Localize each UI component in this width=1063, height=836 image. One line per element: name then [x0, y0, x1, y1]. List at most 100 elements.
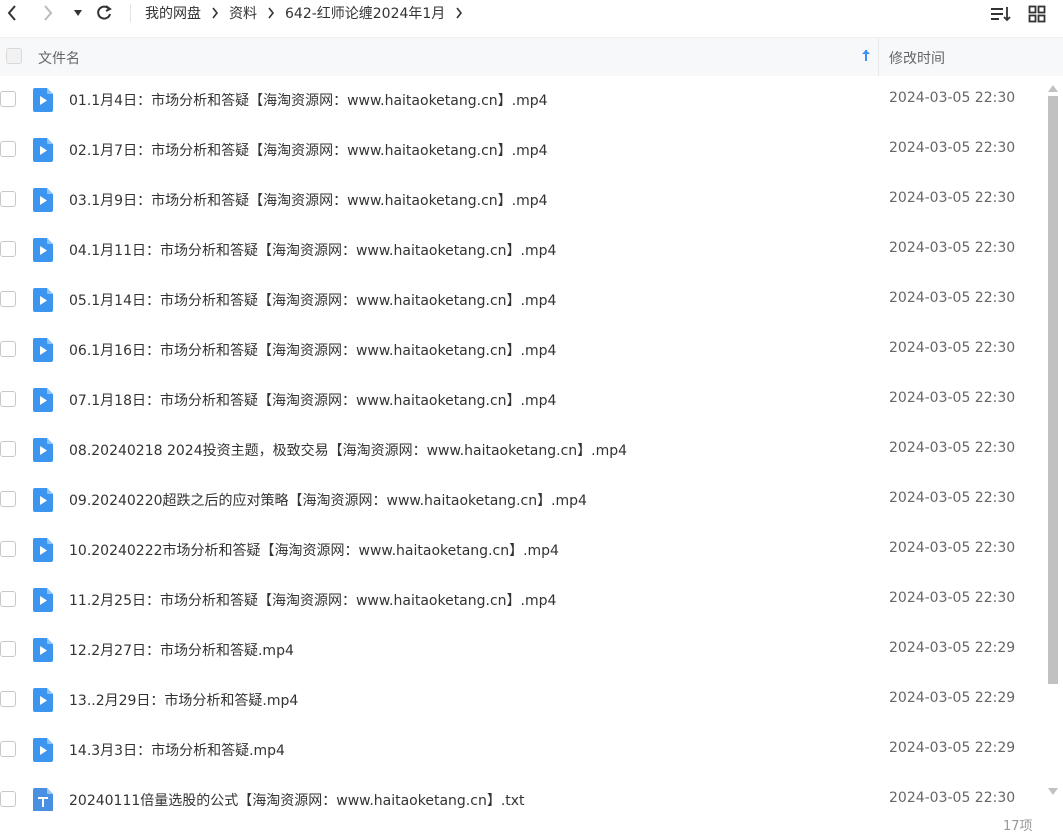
sort-button[interactable] — [990, 4, 1012, 24]
breadcrumb: 我的网盘 资料 642-红师论缠2024年1月 — [145, 2, 473, 24]
scrollbar-thumb[interactable] — [1048, 96, 1058, 684]
forward-button[interactable] — [38, 0, 58, 26]
video-file-icon — [33, 238, 53, 262]
chevron-right-icon[interactable] — [455, 7, 463, 19]
file-row[interactable]: 10.20240222市场分析和答疑【海淘资源网：www.haitaoketan… — [0, 525, 1045, 575]
row-checkbox[interactable] — [0, 541, 16, 557]
row-checkbox[interactable] — [0, 291, 16, 307]
row-checkbox[interactable] — [0, 141, 16, 157]
file-modified-time: 2024-03-05 22:30 — [889, 390, 1016, 406]
file-modified-time: 2024-03-05 22:30 — [889, 140, 1016, 156]
video-file-icon — [33, 738, 53, 762]
sort-list-icon — [991, 7, 1011, 22]
file-name[interactable]: 06.1月16日：市场分析和答疑【海淘资源网：www.haitaoketang.… — [69, 340, 556, 360]
file-row[interactable]: 13..2月29日：市场分析和答疑.mp4 2024-03-05 22:29 — [0, 675, 1045, 725]
row-checkbox[interactable] — [0, 241, 16, 257]
row-checkbox[interactable] — [0, 341, 16, 357]
file-row[interactable]: 06.1月16日：市场分析和答疑【海淘资源网：www.haitaoketang.… — [0, 325, 1045, 375]
back-button[interactable] — [2, 0, 22, 26]
chevron-right-icon — [44, 5, 53, 21]
row-checkbox[interactable] — [0, 91, 16, 107]
file-row[interactable]: 20240111倍量选股的公式【海淘资源网：www.haitaoketang.c… — [0, 775, 1045, 811]
file-modified-time: 2024-03-05 22:29 — [889, 740, 1016, 756]
toolbar: 我的网盘 资料 642-红师论缠2024年1月 — [0, 0, 1063, 28]
file-name[interactable]: 08.20240218 2024投资主题，极致交易【海淘资源网：www.hait… — [69, 440, 627, 460]
row-checkbox[interactable] — [0, 691, 16, 707]
row-checkbox[interactable] — [0, 391, 16, 407]
file-row[interactable]: 03.1月9日：市场分析和答疑【海淘资源网：www.haitaoketang.c… — [0, 175, 1045, 225]
scroll-up-arrow-icon[interactable] — [1046, 82, 1060, 94]
chevron-left-icon — [7, 5, 16, 21]
breadcrumb-item-root[interactable]: 我的网盘 — [145, 3, 201, 23]
video-file-icon — [33, 338, 53, 362]
file-modified-time: 2024-03-05 22:29 — [889, 640, 1016, 656]
refresh-button[interactable] — [94, 0, 114, 26]
grid-view-button[interactable] — [1026, 4, 1048, 24]
file-modified-time: 2024-03-05 22:30 — [889, 340, 1016, 356]
file-modified-time: 2024-03-05 22:30 — [889, 440, 1016, 456]
file-row[interactable]: 12.2月27日：市场分析和答疑.mp4 2024-03-05 22:29 — [0, 625, 1045, 675]
toolbar-divider — [130, 4, 131, 22]
file-modified-time: 2024-03-05 22:30 — [889, 240, 1016, 256]
item-count: 17项 — [1003, 819, 1033, 834]
refresh-icon — [97, 5, 112, 20]
row-checkbox[interactable] — [0, 741, 16, 757]
file-row[interactable]: 04.1月11日：市场分析和答疑【海淘资源网：www.haitaoketang.… — [0, 225, 1045, 275]
file-list-header: 文件名 修改时间 — [0, 37, 1063, 76]
breadcrumb-item-current[interactable]: 642-红师论缠2024年1月 — [285, 3, 445, 23]
video-file-icon — [33, 388, 53, 412]
file-row[interactable]: 07.1月18日：市场分析和答疑【海淘资源网：www.haitaoketang.… — [0, 375, 1045, 425]
file-modified-time: 2024-03-05 22:30 — [889, 90, 1016, 106]
video-file-icon — [33, 638, 53, 662]
row-checkbox[interactable] — [0, 491, 16, 507]
row-checkbox[interactable] — [0, 641, 16, 657]
file-name[interactable]: 03.1月9日：市场分析和答疑【海淘资源网：www.haitaoketang.c… — [69, 190, 548, 210]
file-row[interactable]: 01.1月4日：市场分析和答疑【海淘资源网：www.haitaoketang.c… — [0, 75, 1045, 125]
video-file-icon — [33, 188, 53, 212]
breadcrumb-item-materials[interactable]: 资料 — [229, 3, 257, 23]
file-name[interactable]: 10.20240222市场分析和答疑【海淘资源网：www.haitaoketan… — [69, 540, 559, 560]
file-name[interactable]: 01.1月4日：市场分析和答疑【海淘资源网：www.haitaoketang.c… — [69, 90, 548, 110]
file-name[interactable]: 12.2月27日：市场分析和答疑.mp4 — [69, 640, 294, 660]
file-name[interactable]: 05.1月14日：市场分析和答疑【海淘资源网：www.haitaoketang.… — [69, 290, 556, 310]
file-name[interactable]: 20240111倍量选股的公式【海淘资源网：www.haitaoketang.c… — [69, 790, 525, 810]
file-row[interactable]: 09.20240220超跌之后的应对策略【海淘资源网：www.haitaoket… — [0, 475, 1045, 525]
column-header-modified-time[interactable]: 修改时间 — [889, 48, 945, 68]
file-modified-time: 2024-03-05 22:30 — [889, 540, 1016, 556]
file-row[interactable]: 08.20240218 2024投资主题，极致交易【海淘资源网：www.hait… — [0, 425, 1045, 475]
file-row[interactable]: 02.1月7日：市场分析和答疑【海淘资源网：www.haitaoketang.c… — [0, 125, 1045, 175]
scroll-down-arrow-icon[interactable] — [1046, 786, 1060, 798]
file-modified-time: 2024-03-05 22:30 — [889, 790, 1016, 806]
file-name[interactable]: 11.2月25日：市场分析和答疑【海淘资源网：www.haitaoketang.… — [69, 590, 556, 610]
chevron-right-icon — [211, 7, 219, 19]
row-checkbox[interactable] — [0, 441, 16, 457]
file-name[interactable]: 07.1月18日：市场分析和答疑【海淘资源网：www.haitaoketang.… — [69, 390, 556, 410]
file-name[interactable]: 14.3月3日：市场分析和答疑.mp4 — [69, 740, 285, 760]
column-divider[interactable] — [878, 38, 879, 76]
file-name[interactable]: 09.20240220超跌之后的应对策略【海淘资源网：www.haitaoket… — [69, 490, 587, 510]
video-file-icon — [33, 588, 53, 612]
arrow-up-icon[interactable] — [859, 48, 873, 64]
select-all-checkbox[interactable] — [6, 48, 22, 64]
video-file-icon — [33, 438, 53, 462]
video-file-icon — [33, 488, 53, 512]
file-name[interactable]: 13..2月29日：市场分析和答疑.mp4 — [69, 690, 298, 710]
history-dropdown-button[interactable] — [70, 0, 86, 26]
chevron-right-icon — [267, 7, 275, 19]
video-file-icon — [33, 288, 53, 312]
file-modified-time: 2024-03-05 22:29 — [889, 690, 1016, 706]
file-row[interactable]: 11.2月25日：市场分析和答疑【海淘资源网：www.haitaoketang.… — [0, 575, 1045, 625]
video-file-icon — [33, 538, 53, 562]
file-name[interactable]: 02.1月7日：市场分析和答疑【海淘资源网：www.haitaoketang.c… — [69, 140, 548, 160]
file-modified-time: 2024-03-05 22:30 — [889, 490, 1016, 506]
text-file-icon — [33, 788, 53, 811]
file-name[interactable]: 04.1月11日：市场分析和答疑【海淘资源网：www.haitaoketang.… — [69, 240, 556, 260]
video-file-icon — [33, 688, 53, 712]
row-checkbox[interactable] — [0, 591, 16, 607]
file-row[interactable]: 05.1月14日：市场分析和答疑【海淘资源网：www.haitaoketang.… — [0, 275, 1045, 325]
file-row[interactable]: 14.3月3日：市场分析和答疑.mp4 2024-03-05 22:29 — [0, 725, 1045, 775]
column-header-name[interactable]: 文件名 — [38, 48, 80, 68]
row-checkbox[interactable] — [0, 191, 16, 207]
row-checkbox[interactable] — [0, 791, 16, 807]
video-file-icon — [33, 88, 53, 112]
